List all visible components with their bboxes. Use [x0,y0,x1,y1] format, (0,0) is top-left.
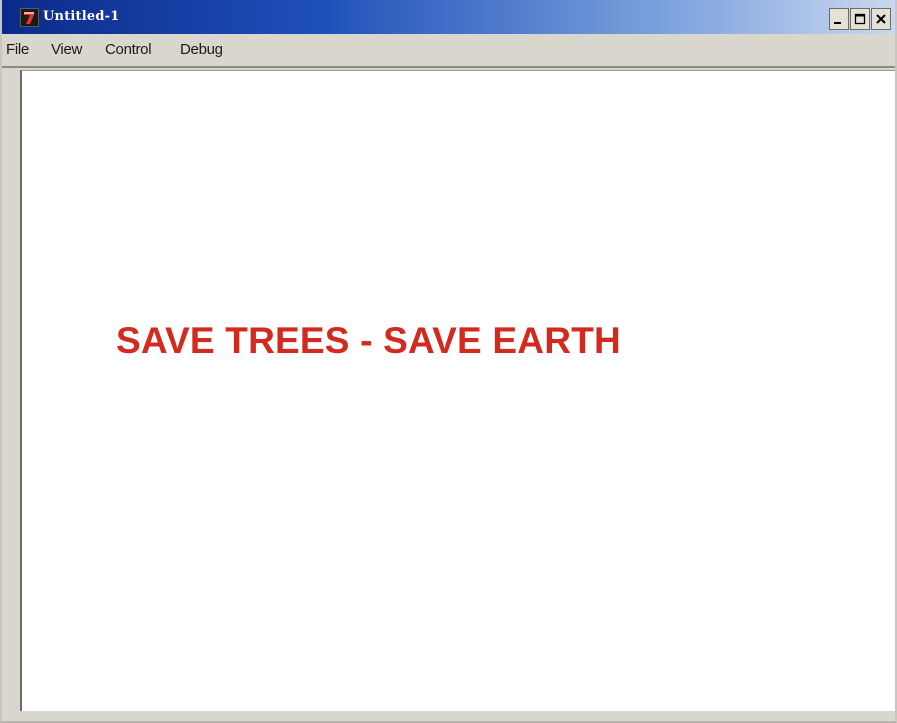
menu-bar: File View Control Debug [2,34,895,68]
minimize-button[interactable] [829,8,849,30]
maximize-button[interactable] [850,8,870,30]
close-icon [876,14,886,24]
close-button[interactable] [871,8,891,30]
stage-area[interactable]: SAVE TREES - SAVE EARTH [20,70,895,711]
menu-view[interactable]: View [51,41,82,58]
menu-file[interactable]: File [6,41,29,58]
minimize-icon [834,22,841,24]
window-controls [828,8,891,30]
application-window: Untitled-1 File View Control Debug SAVE … [0,0,897,723]
stage-text: SAVE TREES - SAVE EARTH [116,320,621,361]
app-icon[interactable] [20,8,39,27]
title-bar[interactable]: Untitled-1 [2,0,895,34]
maximize-icon [854,13,866,25]
window-title: Untitled-1 [43,9,120,24]
menu-debug[interactable]: Debug [180,41,223,58]
menu-control[interactable]: Control [105,41,152,58]
